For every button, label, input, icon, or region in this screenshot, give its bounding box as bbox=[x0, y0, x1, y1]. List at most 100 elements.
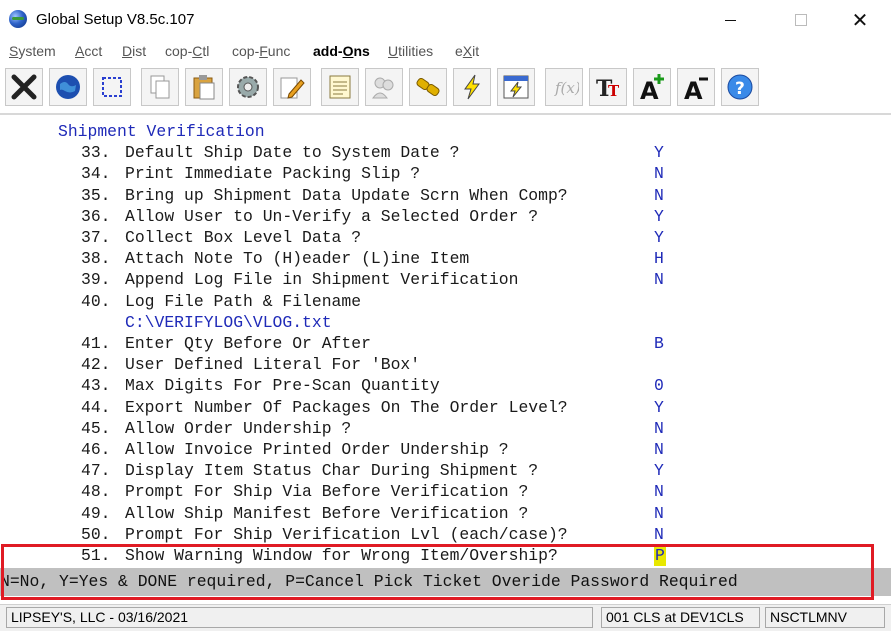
setting-number: 38. bbox=[81, 249, 111, 269]
exit-button[interactable] bbox=[5, 68, 43, 106]
setting-value[interactable]: Y bbox=[654, 206, 664, 227]
setting-value[interactable]: N bbox=[654, 163, 664, 184]
setting-label: Append Log File in Shipment Verification bbox=[125, 270, 519, 290]
setting-number: 39. bbox=[81, 270, 111, 290]
close-icon: ✕ bbox=[851, 9, 869, 32]
select-button[interactable] bbox=[93, 68, 131, 106]
setting-label: Allow Order Undership ? bbox=[125, 418, 352, 438]
log-file-path-value[interactable]: C:\VERIFYLOG\VLOG.txt bbox=[125, 312, 332, 333]
setting-value[interactable]: Y bbox=[654, 142, 664, 163]
menu-cop-func[interactable]: cop-Func bbox=[232, 43, 290, 59]
help-text: N=No, Y=Yes & DONE required, P=Cancel Pi… bbox=[0, 572, 738, 592]
setting-row[interactable]: 36. Allow User to Un-Verify a Selected Or… bbox=[0, 206, 891, 227]
svg-text:?: ? bbox=[735, 79, 745, 99]
toolbar: f(x) TT A A ? bbox=[0, 66, 891, 110]
maximize-button[interactable] bbox=[778, 0, 824, 40]
title-bar[interactable]: Global Setup V8.5c.107 ✕ bbox=[0, 0, 891, 40]
setting-row[interactable]: 44. Export Number Of Packages On The Orde… bbox=[0, 397, 891, 418]
help-button[interactable]: ? bbox=[721, 68, 759, 106]
setting-label: Enter Qty Before Or After bbox=[125, 334, 371, 353]
setting-row[interactable]: 33. Default Ship Date to System Date ? Y bbox=[0, 142, 891, 163]
setting-row[interactable]: 46. Allow Invoice Printed Order Undership… bbox=[0, 439, 891, 460]
setting-label: Prompt For Ship Verification Lvl (each/c… bbox=[125, 524, 568, 544]
setting-value[interactable]: Y bbox=[654, 227, 664, 248]
setting-row[interactable]: 48. Prompt For Ship Via Before Verificati… bbox=[0, 481, 891, 502]
notes-button[interactable] bbox=[321, 68, 359, 106]
setting-row[interactable]: 38. Attach Note To (H)eader (L)ine Item H bbox=[0, 248, 891, 269]
setting-label: Allow Ship Manifest Before Verification … bbox=[125, 503, 529, 523]
setting-number: 47. bbox=[81, 461, 111, 481]
window-lightning-button[interactable] bbox=[497, 68, 535, 106]
status-program: NSCTLMNV bbox=[765, 607, 885, 628]
setting-label: Default Ship Date to System Date ? bbox=[125, 143, 460, 163]
svg-text:A: A bbox=[684, 77, 703, 102]
users-icon bbox=[372, 77, 394, 99]
font-smaller-button[interactable]: A bbox=[677, 68, 715, 106]
section-title: Shipment Verification bbox=[58, 122, 265, 141]
svg-text:f(x): f(x) bbox=[554, 79, 579, 97]
status-bar: LIPSEY'S, LLC - 03/16/2021 001 CLS at DE… bbox=[0, 604, 891, 631]
function-button[interactable]: f(x) bbox=[545, 68, 583, 106]
menu-system[interactable]: System bbox=[9, 43, 56, 59]
menu-add-ons[interactable]: add-Ons bbox=[313, 43, 370, 59]
setting-row[interactable]: 40. Log File Path & Filename bbox=[0, 291, 891, 312]
setting-label: Log File Path & Filename bbox=[125, 291, 362, 311]
setting-value[interactable]: N bbox=[654, 185, 664, 206]
setting-row[interactable]: 42. User Defined Literal For 'Box' bbox=[0, 354, 891, 375]
setting-row[interactable]: 37. Collect Box Level Data ? Y bbox=[0, 227, 891, 248]
setting-value[interactable]: Y bbox=[654, 460, 664, 481]
close-button[interactable]: ✕ bbox=[837, 0, 883, 40]
menu-cop-ctl[interactable]: cop-Ctl bbox=[165, 43, 209, 59]
setting-row[interactable]: 43. Max Digits For Pre-Scan Quantity 0 bbox=[0, 375, 891, 396]
window-title: Global Setup V8.5c.107 bbox=[36, 11, 195, 28]
setting-value[interactable]: N bbox=[654, 524, 664, 545]
menu-utilities[interactable]: Utilities bbox=[388, 43, 433, 59]
setting-row[interactable]: 47. Display Item Status Char During Shipm… bbox=[0, 460, 891, 481]
setting-value[interactable]: N bbox=[654, 481, 664, 502]
lightning-button[interactable] bbox=[453, 68, 491, 106]
setting-value[interactable]: Y bbox=[654, 397, 664, 418]
setting-value[interactable]: N bbox=[654, 439, 664, 460]
setting-number: 46. bbox=[81, 440, 111, 459]
setting-value[interactable]: N bbox=[654, 269, 664, 290]
users-button[interactable] bbox=[365, 68, 403, 106]
setting-value[interactable]: H bbox=[654, 248, 664, 269]
settings-button[interactable] bbox=[229, 68, 267, 106]
notes-icon bbox=[329, 75, 351, 99]
paste-icon bbox=[193, 75, 215, 100]
setting-number: 42. bbox=[81, 355, 111, 375]
setting-row[interactable]: 34. Print Immediate Packing Slip ? N bbox=[0, 163, 891, 184]
paste-button[interactable] bbox=[185, 68, 223, 106]
setting-value[interactable]: N bbox=[654, 418, 664, 439]
font-button[interactable]: TT bbox=[589, 68, 627, 106]
globe-button[interactable] bbox=[49, 68, 87, 106]
setting-row[interactable]: 41. Enter Qty Before Or After B bbox=[0, 333, 891, 354]
setting-number: 48. bbox=[81, 482, 111, 502]
setting-value[interactable]: N bbox=[654, 503, 664, 524]
setting-row[interactable]: 39. Append Log File in Shipment Verificat… bbox=[0, 269, 891, 290]
setting-row[interactable]: 35. Bring up Shipment Data Update Scrn Wh… bbox=[0, 185, 891, 206]
setting-number: 40. bbox=[81, 291, 111, 311]
setting-value[interactable]: B bbox=[654, 333, 664, 354]
copy-button[interactable] bbox=[141, 68, 179, 106]
link-button[interactable] bbox=[409, 68, 447, 106]
minimize-button[interactable] bbox=[707, 0, 753, 40]
link-icon bbox=[416, 77, 440, 97]
setting-row[interactable]: 51. Show Warning Window for Wrong Item/Ov… bbox=[0, 545, 891, 566]
setting-row[interactable]: 45. Allow Order Undership ? N bbox=[0, 418, 891, 439]
setting-number: 49. bbox=[81, 503, 111, 523]
setting-row[interactable]: 49. Allow Ship Manifest Before Verificati… bbox=[0, 503, 891, 524]
setting-row[interactable]: 50. Prompt For Ship Verification Lvl (eac… bbox=[0, 524, 891, 545]
globe-icon bbox=[56, 75, 80, 99]
menu-dist[interactable]: Dist bbox=[122, 43, 146, 59]
edit-icon bbox=[280, 77, 305, 99]
font-larger-button[interactable]: A bbox=[633, 68, 671, 106]
menu-acct[interactable]: Acct bbox=[75, 43, 102, 59]
setting-number: 45. bbox=[81, 418, 111, 438]
setting-value[interactable]: P bbox=[654, 545, 666, 566]
menu-exit[interactable]: eXit bbox=[455, 43, 479, 59]
setting-value[interactable]: 0 bbox=[654, 375, 664, 396]
font-larger-icon: A bbox=[640, 74, 664, 102]
edit-button[interactable] bbox=[273, 68, 311, 106]
settings-icon bbox=[237, 76, 259, 98]
